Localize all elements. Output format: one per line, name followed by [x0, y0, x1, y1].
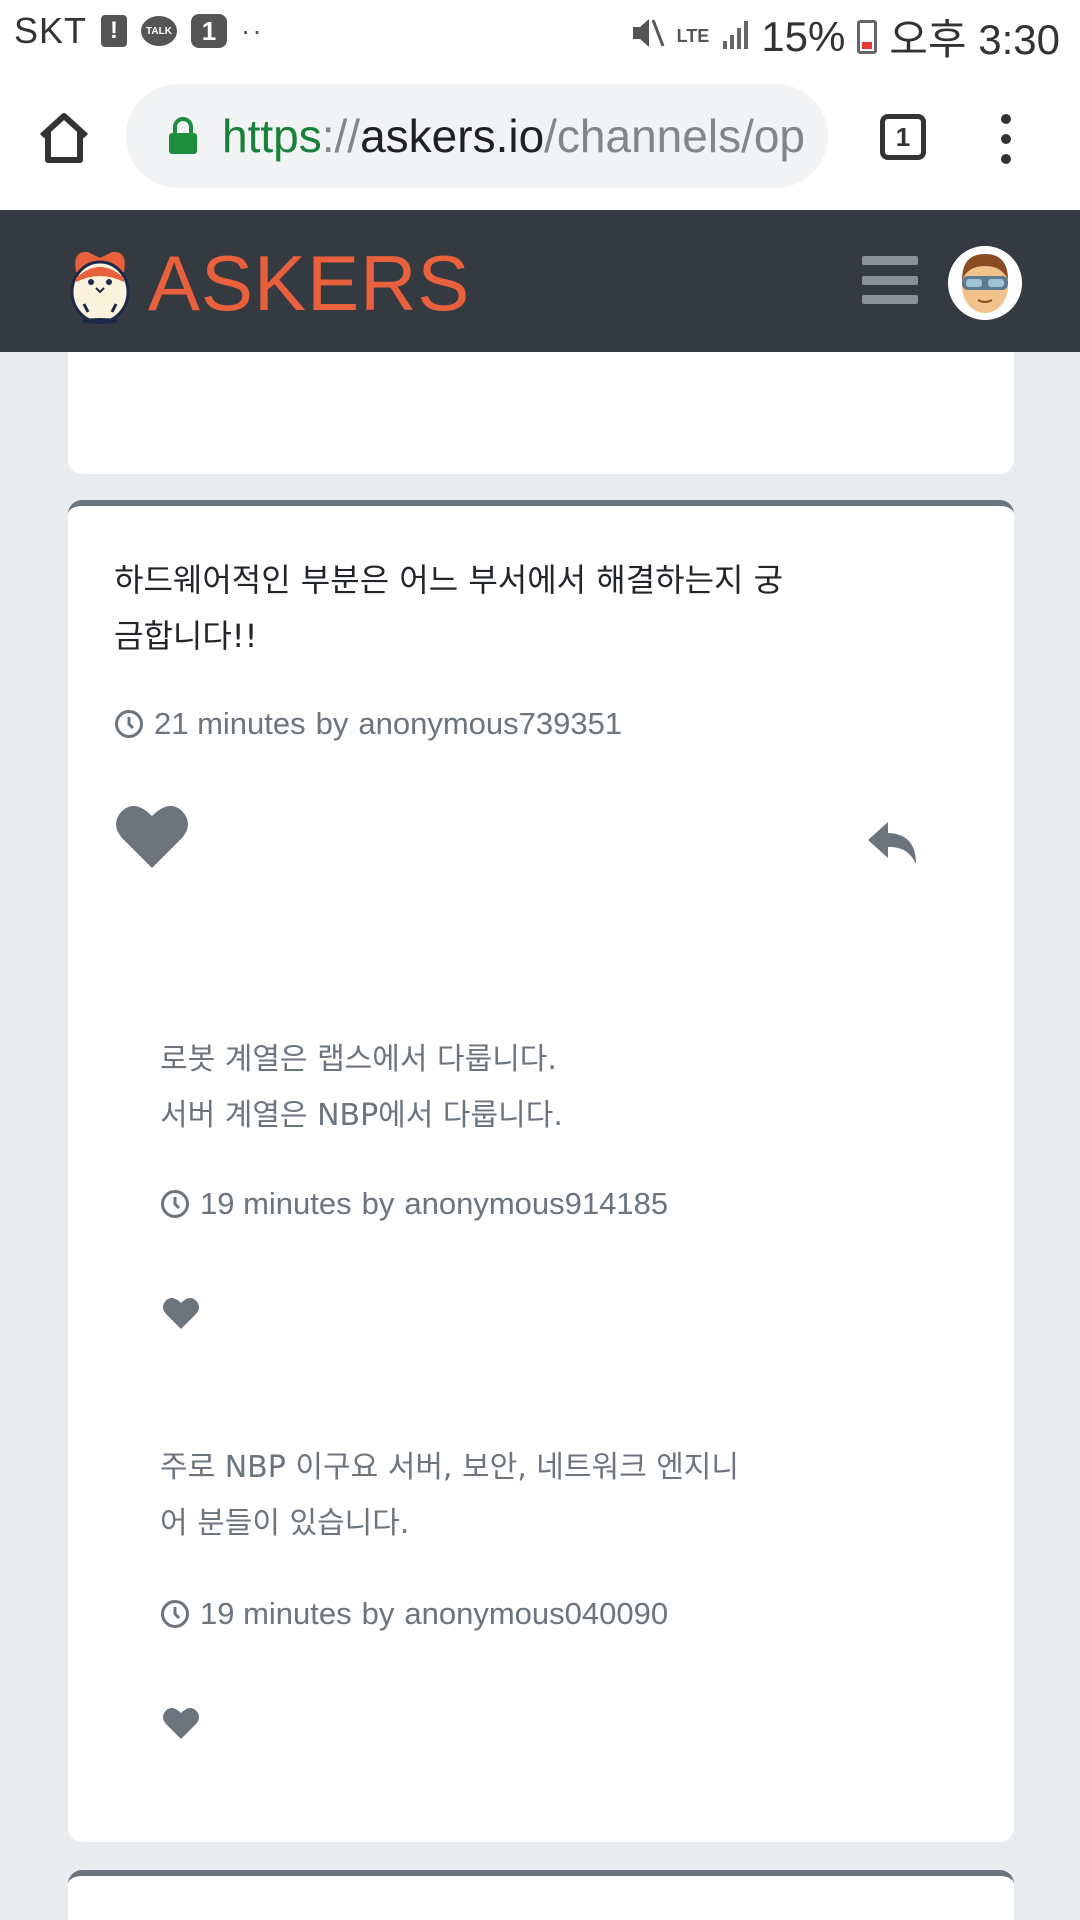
tab-switcher-button[interactable]: 1 [880, 114, 926, 160]
alert-icon: ! [101, 15, 128, 47]
signal-icon [721, 19, 749, 54]
lock-icon [168, 117, 198, 155]
status-right: LTE 15% 오후 3:30 [629, 6, 1060, 67]
battery-icon [857, 19, 878, 54]
url-path: /channels/op [544, 110, 806, 162]
url-separator: :// [321, 110, 361, 162]
clock-time: 오후 3:30 [889, 16, 1060, 63]
talk-icon: TALK [141, 16, 178, 46]
question-meta: 21 minutes by anonymous739351 [114, 706, 622, 742]
clock-icon [160, 1189, 190, 1219]
status-left: SKT ! TALK 1 ·· [14, 10, 264, 52]
notification-count-icon: 1 [191, 14, 228, 48]
answer-line-2: 어 분들이 있습니다. [160, 1506, 410, 1541]
answer-meta: 19 minutes by anonymous914185 [160, 1186, 668, 1222]
battery-percent: 15% [761, 12, 846, 60]
answer-by-label: by [361, 1596, 395, 1631]
question-by-label: by [315, 706, 349, 741]
answer-meta: 19 minutes by anonymous040090 [160, 1596, 668, 1632]
hamster-logo-icon[interactable] [66, 242, 134, 324]
more-vert-icon[interactable] [996, 114, 1016, 164]
question-card: 하드웨어적인 부분은 어느 부서에서 해결하는지 궁 금합니다!! 21 min… [68, 500, 1014, 1842]
answer-text: 로봇 계열은 랩스에서 다룹니다. 서버 계열은 NBP에서 다룹니다. [160, 1032, 880, 1144]
home-icon[interactable] [36, 112, 92, 164]
next-question-card [68, 1870, 1014, 1920]
answer-time-ago: 19 minutes [200, 1596, 352, 1631]
question-time-ago: 21 minutes [154, 706, 306, 741]
lte-label: LTE [676, 26, 710, 46]
question-text-line-1: 하드웨어적인 부분은 어느 부서에서 해결하는지 궁 [114, 561, 784, 599]
question-text: 하드웨어적인 부분은 어느 부서에서 해결하는지 궁 금합니다!! [114, 552, 874, 664]
answer-line-1: 로봇 계열은 랩스에서 다룹니다. [160, 1042, 557, 1077]
browser-toolbar: https://askers.io/channels/op 1 [0, 64, 1080, 210]
heart-icon[interactable] [162, 1296, 200, 1330]
answer-author: anonymous914185 [404, 1186, 669, 1221]
status-bar: SKT ! TALK 1 ·· LTE 15% 오후 3:30 [0, 0, 1080, 64]
mute-icon [629, 16, 665, 58]
answer-text: 주로 NBP 이구요 서버, 보안, 네트워크 엔지니 어 분들이 있습니다. [160, 1440, 880, 1552]
answer-time-ago: 19 minutes [200, 1186, 352, 1221]
heart-icon[interactable] [114, 802, 190, 870]
more-notifications-icon: ·· [241, 15, 264, 46]
reply-icon[interactable] [866, 820, 920, 866]
clock-icon [114, 709, 144, 739]
site-header: ASKERS [0, 210, 1080, 352]
clock-icon [160, 1599, 190, 1629]
answer-line-2: 서버 계열은 NBP에서 다룹니다. [160, 1098, 563, 1133]
answer-by-label: by [361, 1186, 395, 1221]
user-avatar[interactable] [948, 246, 1022, 320]
answer-line-1: 주로 NBP 이구요 서버, 보안, 네트워크 엔지니 [160, 1450, 740, 1485]
hamburger-icon[interactable] [862, 256, 918, 304]
url-text: https://askers.io/channels/op [222, 109, 805, 163]
answer-author: anonymous040090 [404, 1596, 669, 1631]
heart-icon[interactable] [162, 1706, 200, 1740]
carrier-label: SKT [14, 10, 88, 51]
question-text-line-2: 금합니다!! [114, 617, 258, 655]
address-bar[interactable]: https://askers.io/channels/op [126, 84, 828, 188]
question-author: anonymous739351 [358, 706, 623, 741]
previous-question-card [68, 352, 1014, 474]
site-logo-text[interactable]: ASKERS [148, 238, 470, 329]
url-scheme: https [222, 110, 322, 162]
url-host: askers.io [360, 110, 545, 162]
